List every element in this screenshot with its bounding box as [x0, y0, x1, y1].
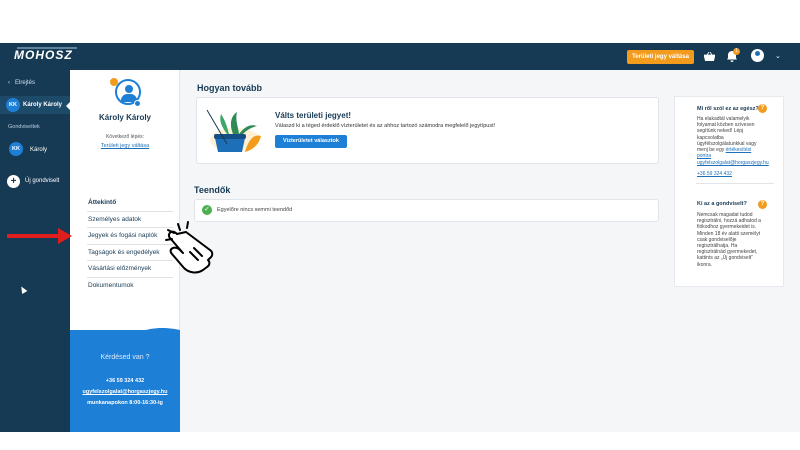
menu-item-documents[interactable]: Dokumentumok [87, 278, 173, 295]
ward-name[interactable]: Károly [30, 147, 47, 153]
ward-avatar[interactable]: KK [9, 142, 23, 156]
next-step-label: Következő lépés: [105, 134, 145, 140]
add-ward-label[interactable]: Új gondviselt [25, 178, 59, 184]
page-bottom-margin [0, 432, 800, 450]
info-q1-text: Ha elakadtál valamelyik folyamat közben … [697, 116, 763, 159]
check-circle-icon: ✓ [202, 205, 212, 215]
help-question-icon: ? [758, 200, 767, 209]
info-q1-title: Mi ről szól ez az egész? [697, 106, 759, 112]
info-phone-link[interactable]: +36 59 324 432 [697, 171, 732, 177]
next-step-link[interactable]: Területi jegy váltása [70, 143, 180, 149]
red-arrow-head [58, 228, 72, 244]
avatar-head [125, 85, 133, 93]
next-steps-heading: Hogyan tovább [197, 83, 263, 93]
add-ward-icon[interactable]: + [7, 175, 20, 188]
avatar-status-dot [110, 78, 118, 86]
chevron-down-icon[interactable]: ⌄ [775, 52, 781, 62]
choose-water-area-button[interactable]: Vízterületet választok [275, 135, 347, 148]
help-email[interactable]: ugyfelszolgalat@horgaszjegy.hu [70, 389, 180, 395]
red-arrow-shaft [7, 234, 59, 238]
help-hours: munkanapokon 8:00-16:30-ig [87, 400, 163, 406]
menu-item-overview[interactable]: Áttekintő [87, 195, 173, 212]
info-q2-text: Nemcsak magadat tudod regisztrálni, hozz… [697, 212, 761, 268]
hide-sidebar-button[interactable]: ‹ Elrejtés [8, 80, 35, 86]
notification-badge: 1 [733, 48, 740, 55]
hide-sidebar-label: Elrejtés [15, 80, 36, 86]
profile-name: Károly Károly [98, 113, 152, 122]
help-question-icon: ? [758, 104, 767, 113]
area-ticket-button[interactable]: Területi jegy váltása [627, 50, 694, 64]
todo-empty-text: Egyelőre nincs semmi teendőd [217, 207, 293, 213]
info-q2-title: Ki az a gondviselt? [697, 201, 747, 207]
user-avatar-icon[interactable] [751, 49, 764, 62]
active-user-name: Károly Károly [23, 102, 63, 108]
help-phone[interactable]: +36 59 324 432 [70, 378, 180, 384]
mohosz-logo[interactable]: MOHOSZ [14, 48, 73, 62]
card-description: Válaszd ki a téged érdeklő vízterületet … [275, 123, 496, 129]
active-user-avatar: KK [6, 98, 20, 112]
area-ticket-card [196, 97, 659, 164]
edit-avatar-icon[interactable] [134, 100, 141, 107]
help-title: Kérdésed van ? [100, 354, 150, 361]
chevron-left-icon: ‹ [8, 80, 15, 86]
info-divider [696, 183, 774, 184]
card-title: Válts területi jegyet! [275, 111, 352, 120]
todos-heading: Teendők [194, 185, 231, 195]
pointing-hand-icon [165, 221, 214, 274]
wards-section-label: Gondviseltek [8, 124, 40, 130]
info-email-link[interactable]: ugyfelszolgalat@horgaszjegy.hu [697, 160, 769, 166]
fishing-basket-illustration [206, 109, 261, 152]
basket-icon[interactable] [703, 51, 716, 64]
